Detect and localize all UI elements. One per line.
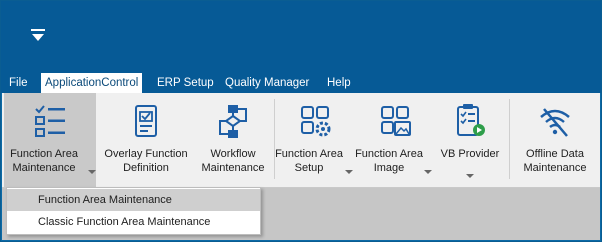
function-area-maintenance-label: Function Area Maintenance — [10, 148, 78, 174]
function-area-maintenance-button[interactable]: Function Area Maintenance — [4, 93, 96, 187]
chevron-down-icon[interactable] — [88, 170, 96, 174]
function-area-image-label: Function Area Image — [355, 148, 423, 174]
overlay-function-definition-label: Overlay Function Definition — [104, 148, 188, 174]
dropdown-item-classic-function-area-maintenance[interactable]: Classic Function Area Maintenance — [7, 211, 260, 233]
workflow-icon — [219, 105, 247, 138]
quick-access-dropdown-icon[interactable] — [29, 29, 47, 43]
grid-gear-icon — [301, 106, 331, 137]
menu-application-control[interactable]: ApplicationControl — [41, 73, 143, 93]
clipboard-play-icon — [457, 104, 485, 136]
vb-provider-label: VB Provider — [440, 148, 500, 160]
workflow-maintenance-button[interactable]: Workflow Maintenance — [195, 93, 271, 187]
dropdown-item-function-area-maintenance[interactable]: Function Area Maintenance — [7, 189, 260, 211]
overlay-function-definition-button[interactable]: Overlay Function Definition — [99, 93, 193, 187]
menu-erp-setup[interactable]: ERP Setup — [153, 74, 218, 92]
document-check-icon — [135, 105, 157, 137]
function-area-setup-button[interactable]: Function Area Setup — [275, 93, 353, 187]
workflow-maintenance-label: Workflow Maintenance — [201, 148, 265, 174]
chevron-down-icon[interactable] — [466, 174, 474, 178]
function-area-image-button[interactable]: Function Area Image — [355, 93, 434, 187]
menu-bar: File ApplicationControl ERP Setup Qualit… — [1, 71, 601, 93]
grid-image-icon — [381, 106, 411, 136]
app-window: File ApplicationControl ERP Setup Qualit… — [0, 0, 602, 242]
ribbon: Function Area Maintenance Overlay Functi… — [2, 93, 600, 188]
function-area-maintenance-dropdown: Function Area Maintenance Classic Functi… — [6, 187, 261, 235]
title-bar — [1, 1, 601, 71]
menu-quality-manager[interactable]: Quality Manager — [221, 74, 313, 92]
chevron-down-icon[interactable] — [424, 170, 432, 174]
offline-data-maintenance-button[interactable]: Offline Data Maintenance — [514, 93, 596, 187]
checklist-icon — [35, 105, 65, 137]
function-area-setup-label: Function Area Setup — [275, 148, 343, 174]
vb-provider-button[interactable]: VB Provider — [434, 93, 506, 187]
offline-data-maintenance-label: Offline Data Maintenance — [523, 148, 587, 174]
menu-help[interactable]: Help — [323, 74, 355, 92]
ribbon-separator — [509, 99, 510, 179]
menu-file[interactable]: File — [5, 74, 32, 92]
wifi-off-icon — [540, 108, 570, 137]
